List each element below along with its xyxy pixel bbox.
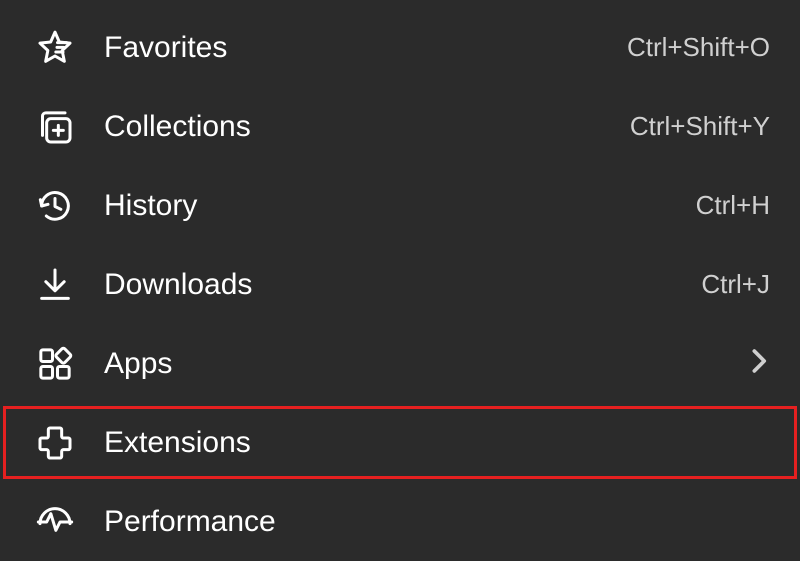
menu-item-downloads[interactable]: Downloads Ctrl+J: [0, 245, 800, 324]
collections-icon: [32, 104, 78, 150]
browser-menu: Favorites Ctrl+Shift+O Collections Ctrl+…: [0, 0, 800, 561]
menu-item-shortcut: Ctrl+H: [696, 190, 770, 221]
menu-item-label: Extensions: [104, 426, 770, 460]
menu-item-label: Collections: [104, 110, 630, 144]
menu-item-shortcut: Ctrl+J: [701, 269, 770, 300]
menu-item-shortcut: Ctrl+Shift+Y: [630, 111, 770, 142]
extensions-icon: [32, 420, 78, 466]
menu-item-history[interactable]: History Ctrl+H: [0, 166, 800, 245]
downloads-icon: [32, 262, 78, 308]
menu-item-label: History: [104, 189, 696, 223]
chevron-right-icon: [750, 344, 770, 383]
menu-item-shortcut: Ctrl+Shift+O: [627, 32, 770, 63]
menu-item-extensions[interactable]: Extensions: [0, 403, 800, 482]
menu-item-label: Favorites: [104, 31, 627, 65]
favorites-icon: [32, 25, 78, 71]
menu-item-label: Performance: [104, 505, 770, 539]
menu-item-label: Downloads: [104, 268, 701, 302]
history-icon: [32, 183, 78, 229]
apps-icon: [32, 341, 78, 387]
performance-icon: [32, 499, 78, 545]
menu-item-collections[interactable]: Collections Ctrl+Shift+Y: [0, 87, 800, 166]
menu-item-apps[interactable]: Apps: [0, 324, 800, 403]
menu-item-performance[interactable]: Performance: [0, 482, 800, 561]
menu-item-label: Apps: [104, 347, 750, 381]
menu-item-favorites[interactable]: Favorites Ctrl+Shift+O: [0, 8, 800, 87]
